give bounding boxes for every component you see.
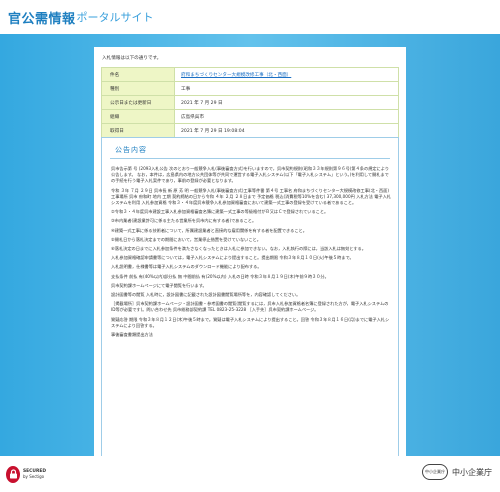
row-key: 取得日	[101, 123, 175, 138]
table-row: 組織 広島県呉市	[101, 109, 399, 124]
sme-agency-name: 中小企業庁	[452, 467, 492, 477]
announcement-paragraph: ②令和３・４年度呉市建設工事入札参加資格審査名簿に建築一式工事の等級格付がＢ又は…	[111, 209, 329, 215]
announcement-paragraph: 呉市契約課ホームページにて電子閲覧を行います。	[111, 282, 207, 288]
announcement-body: 呉市告示第 号 (2093入札公告 次のとおり一般競争入札(事後審査方式)を行い…	[111, 166, 391, 341]
announcement-paragraph: ③市内業者(建設業許可に係る主たる営業所を呉市内に有する者)であること。	[111, 218, 257, 224]
row-value: 工事	[174, 81, 399, 96]
announcement-paragraph: ⑥落札決定の日までに入札参加条件を満たさなくなったときは入札に参加できない。なお…	[111, 246, 366, 252]
bid-info-table: 件名 府和まちづくりセンター大規模改修工事（北・西面） 種別 工事 公示日または…	[101, 67, 399, 138]
announcement-paragraph: ［掲載場所］呉市契約課ホームページ・設計図書・参考図書の閲覧(閲覧するには，呉市…	[111, 301, 389, 313]
secured-by: by Sectigo	[23, 474, 45, 479]
row-key: 件名	[101, 67, 175, 82]
row-value: 府和まちづくりセンター大規模改修工事（北・西面）	[174, 67, 399, 82]
site-header: 官公需情報 ポータルサイト	[0, 0, 500, 34]
row-key: 公示日または更新日	[101, 95, 175, 110]
secured-text: SECURED by Sectigo	[23, 469, 46, 479]
site-logo-sub[interactable]: ポータルサイト	[77, 9, 154, 25]
row-value: 広島県呉市	[174, 109, 399, 124]
announcement-paragraph: ④建築一式工事に係る技術者について，所属建設業者と直接的な雇用関係を有する者を配…	[111, 227, 307, 233]
project-title-link[interactable]: 府和まちづくりセンター大規模改修工事（北・西面）	[181, 73, 291, 78]
announcement-paragraph: 入札説明書，仕様書等は電子入札システムのダウンロード機能により配布する。	[111, 264, 262, 270]
sme-agency-logo[interactable]: 中小企業庁 中小企業庁	[422, 464, 492, 480]
notice-text: 入札情報は以下の通りです。	[102, 56, 162, 61]
sme-agency-mark: 中小企業庁	[422, 464, 448, 480]
row-value: 2021 年 7 月 29 日 19:08:04	[174, 123, 399, 138]
row-key: 組織	[101, 109, 175, 124]
announcement-paragraph: 入札参加資格確認申請書等については，電子入札システムにより提出すること。提出期限…	[111, 255, 354, 261]
row-key: 種別	[101, 81, 175, 96]
lock-icon	[6, 465, 21, 483]
announcement-box: 公告内容 呉市告示第 号 (2093入札公告 次のとおり一般競争入札(事後審査方…	[101, 137, 399, 457]
announcement-title: 公告内容	[115, 146, 147, 154]
announcement-paragraph: ⑤開札日から落札決定までの期間において，営業停止措置を受けていないこと。	[111, 236, 261, 242]
table-row: 取得日 2021 年 7 月 29 日 19:08:04	[101, 123, 399, 138]
content-panel: 入札情報は以下の通りです。 件名 府和まちづくりセンター大規模改修工事（北・西面…	[94, 47, 406, 467]
table-row: 種別 工事	[101, 81, 399, 96]
secured-seal[interactable]: SECURED by Sectigo	[6, 460, 46, 488]
announcement-paragraph: 事後審査書類提出方法	[111, 332, 153, 338]
site-logo-main[interactable]: 官公需情報	[8, 8, 76, 27]
announcement-paragraph: 設計図書等の閲覧 入札時に，設計図書に記載された設計図書閲覧場所等を，内容確認し…	[111, 292, 301, 298]
table-row: 件名 府和まちづくりセンター大規模改修工事（北・西面）	[101, 67, 399, 82]
row-value: 2021 年 7 月 29 日	[174, 95, 399, 110]
announcement-paragraph: 支払条件 前払 有(40%以内)部分払 無 中間前払 有(20%以内) 入札の日…	[111, 273, 329, 279]
announcement-paragraph: 質疑応答 期限 令和３年８月１２日(木)午後５時まで。質疑は電子入札システムによ…	[111, 316, 390, 328]
site-footer: SECURED by Sectigo 中小企業庁 中小企業庁	[0, 456, 500, 492]
announcement-paragraph: 令和 ３年 ７月 ２９日 呉市長 新 原 芳 明 一般競争入札(事後審査方式)工…	[111, 187, 391, 206]
table-row: 公示日または更新日 2021 年 7 月 29 日	[101, 95, 399, 110]
announcement-paragraph: 呉市告示第 号 (2093入札公告 次のとおり一般競争入札(事後審査方式)を行い…	[111, 166, 390, 184]
divider	[110, 158, 390, 159]
